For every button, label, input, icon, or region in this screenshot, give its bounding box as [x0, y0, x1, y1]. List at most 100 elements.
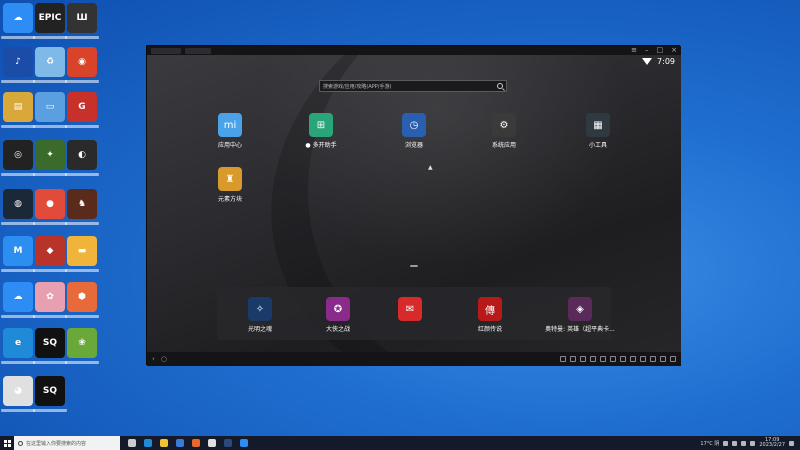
desktop-icon-label — [65, 222, 99, 225]
home-app[interactable]: ◷ 浏览器 — [389, 113, 439, 149]
toolbar-tool-icon[interactable] — [670, 356, 676, 362]
weather-text[interactable]: 17°C 阴 — [700, 440, 719, 447]
home-app[interactable]: ⊞ ● 多开助手 — [296, 113, 346, 149]
start-button[interactable] — [0, 436, 14, 450]
maximize-icon[interactable]: □ — [657, 47, 664, 54]
toolbar-tool-icon[interactable] — [590, 356, 596, 362]
menu-icon[interactable]: ≡ — [631, 47, 637, 54]
app-dark-icon[interactable]: Ш — [67, 3, 97, 33]
small-game-icon[interactable]: ◆ — [35, 236, 65, 266]
volume-icon[interactable] — [741, 440, 747, 446]
toolbar-tool-icon[interactable] — [600, 356, 606, 362]
search-input[interactable]: 搜索游戏/应用/攻略(APP/手游) — [319, 80, 507, 92]
notification-icon[interactable] — [789, 440, 794, 446]
app-icon: 傳 — [478, 297, 502, 321]
back-icon[interactable]: ‹ — [152, 355, 155, 363]
plants-game-icon[interactable]: ❀ — [67, 328, 97, 358]
emulator-titlebar[interactable]: ≡ – □ × — [147, 46, 681, 55]
taskbar-search-input[interactable]: 在这里输入你要搜索的内容 — [14, 436, 120, 450]
emulator-tab-home[interactable] — [151, 47, 181, 54]
network-icon[interactable] — [732, 440, 738, 446]
toolbar-tool-icon[interactable] — [630, 356, 636, 362]
ime-icon[interactable] — [750, 440, 756, 446]
edge-taskbar-icon[interactable] — [144, 439, 152, 447]
chrome-icon[interactable]: ◕ — [3, 376, 33, 406]
home-app[interactable]: mi 应用中心 — [205, 113, 255, 149]
desktop-icon-label — [1, 173, 35, 176]
toolbar-tool-icon[interactable] — [640, 356, 646, 362]
document-app-icon[interactable]: ▤ — [3, 92, 33, 122]
chrome-taskbar-icon[interactable] — [208, 439, 216, 447]
search-icon — [18, 440, 23, 446]
task-view-icon[interactable] — [128, 439, 136, 447]
anime-game-icon[interactable]: ✿ — [35, 282, 65, 312]
epic-games-icon[interactable]: EPIC — [35, 3, 65, 33]
home-app[interactable]: ⚙ 系统应用 — [479, 113, 529, 149]
close-icon[interactable]: × — [671, 47, 677, 54]
circle-game-icon[interactable]: ◎ — [3, 140, 33, 170]
dock: ✧ 光明之魂 ✪ 大侠之战 ✉ 傳红颜传说 ◈ 奥特曼: 英雄（超平典卡... — [217, 287, 615, 340]
desktop-icon-label — [1, 269, 35, 272]
firefox-icon[interactable] — [192, 439, 200, 447]
red-circle-game-icon[interactable]: ● — [35, 189, 65, 219]
round-game-icon[interactable]: ◐ — [67, 140, 97, 170]
app-icon: ◷ — [402, 113, 426, 137]
desktop-icon-label — [33, 315, 67, 318]
app-icon: ⊞ — [309, 113, 333, 137]
cloud-app-icon[interactable]: ☁ — [3, 282, 33, 312]
yellow-folder-icon[interactable]: ▬ — [67, 236, 97, 266]
steam-taskbar-icon[interactable] — [224, 439, 232, 447]
recycle-bin-icon[interactable]: ♻ — [35, 47, 65, 77]
minimize-icon[interactable]: – — [645, 47, 649, 54]
dock-app[interactable]: 傳红颜传说 — [465, 297, 515, 333]
mail-icon[interactable] — [176, 439, 184, 447]
toolbar-tool-icon[interactable] — [560, 356, 566, 362]
red-circle-app-icon[interactable]: ◉ — [67, 47, 97, 77]
baidu-netdisk-icon[interactable]: ☁ — [3, 3, 33, 33]
home-icon[interactable]: ○ — [161, 355, 167, 363]
dock-app[interactable]: ✪ 大侠之战 — [313, 297, 363, 333]
dock-app[interactable]: ◈ 奥特曼: 英雄（超平典卡... — [535, 297, 625, 333]
desktop-icon-label — [65, 36, 99, 39]
desktop-icon-label — [1, 222, 35, 225]
steam-icon[interactable]: ◍ — [3, 189, 33, 219]
home-app[interactable]: ♜ 元素方块 — [205, 167, 255, 203]
desktop-icon-label — [1, 409, 35, 412]
toolbar-tool-icon[interactable] — [580, 356, 586, 362]
emulator-tab-app[interactable] — [185, 47, 211, 54]
wings-game-icon[interactable]: ✦ — [35, 140, 65, 170]
edge-icon[interactable]: e — [3, 328, 33, 358]
taskbar-search-placeholder: 在这里输入你要搜索的内容 — [26, 440, 87, 447]
map-pin-app-icon[interactable]: ⬢ — [67, 282, 97, 312]
music-app-icon[interactable]: ♪ — [3, 47, 33, 77]
toolbar-tool-icon[interactable] — [620, 356, 626, 362]
desktop-icon-area: ☁ EPIC Ш ♪ ♻ ◉ ▤ ▭ G ◎ ✦ ◐ ◍ ● ♞ M ◆ ▬ ☁ ✿ ⬢ e SQ ❀ ◕ SQ — [0, 0, 100, 436]
page-indicator — [410, 265, 418, 267]
sq-game-icon[interactable]: SQ — [35, 328, 65, 358]
desktop-icon-label — [65, 173, 99, 176]
search-placeholder: 搜索游戏/应用/攻略(APP/手游) — [323, 83, 392, 90]
desktop-icon-label — [1, 315, 35, 318]
home-app[interactable]: ▦ 小工具 — [573, 113, 623, 149]
file-explorer-icon[interactable] — [160, 439, 168, 447]
emulator-taskbar-icon[interactable] — [240, 439, 248, 447]
app-icon: ✧ — [248, 297, 272, 321]
dock-app[interactable]: ✧ 光明之魂 — [235, 297, 285, 333]
sq-game-2-icon[interactable]: SQ — [35, 376, 65, 406]
desktop-icon-label — [1, 361, 35, 364]
desktop-icon-label — [33, 269, 67, 272]
toolbar-tool-icon[interactable] — [570, 356, 576, 362]
app-icon: ▦ — [586, 113, 610, 137]
toolbar-tool-icon[interactable] — [610, 356, 616, 362]
this-pc-icon[interactable]: ▭ — [35, 92, 65, 122]
chevron-up-icon[interactable] — [723, 440, 729, 446]
dock-app[interactable]: ✉ — [385, 297, 435, 324]
taskbar-clock[interactable]: 17:09 2023/2/27 — [759, 438, 785, 448]
toolbar-tool-icon[interactable] — [650, 356, 656, 362]
emulator-logo-icon[interactable]: M — [3, 236, 33, 266]
red-g-app-icon[interactable]: G — [67, 92, 97, 122]
desktop-icon-label — [1, 125, 35, 128]
dark-game-icon[interactable]: ♞ — [67, 189, 97, 219]
search-icon[interactable] — [497, 83, 503, 89]
toolbar-tool-icon[interactable] — [660, 356, 666, 362]
